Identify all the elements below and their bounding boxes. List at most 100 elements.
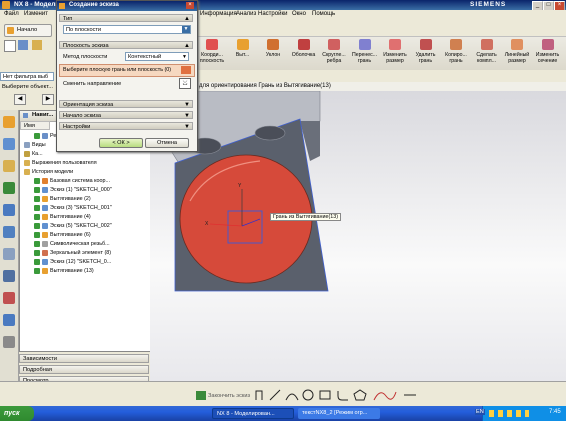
section-type[interactable]: Тип ▲: [59, 14, 193, 22]
ribbon-button[interactable]: Удалить грань: [411, 39, 441, 64]
checkbox-icon[interactable]: [34, 177, 40, 184]
menu-item-preferences[interactable]: Настройки: [258, 11, 287, 17]
back-arrow-icon[interactable]: ◀: [14, 94, 26, 105]
tree-row[interactable]: Вытягивание (4): [34, 213, 91, 222]
feature-icon: [24, 141, 30, 148]
finish-sketch-label[interactable]: Закончить эскиз: [208, 393, 250, 399]
section-settings-label: Настройки: [63, 124, 91, 130]
new-icon[interactable]: [18, 40, 28, 50]
roles-icon[interactable]: [3, 314, 15, 326]
feature-icon: [42, 267, 48, 274]
ribbon-button[interactable]: Изменить размер: [380, 39, 410, 64]
create-sketch-dialog: Создание эскиза × Тип ▲ По плоскости ▼ Пл…: [56, 0, 198, 152]
part-nav-icon[interactable]: [3, 160, 15, 172]
tree-row[interactable]: Эскиз (3) "SKETCH_001": [34, 204, 112, 213]
ok-button[interactable]: < ОК >: [99, 138, 143, 148]
menu-item-info[interactable]: Информация: [200, 11, 237, 17]
open-icon[interactable]: [32, 40, 42, 50]
checkbox-icon[interactable]: [34, 240, 40, 247]
cancel-button[interactable]: Отмена: [145, 138, 189, 148]
process-studio-icon[interactable]: [3, 270, 15, 282]
system-materials-icon[interactable]: [3, 248, 15, 260]
tree-row[interactable]: Вытягивание (2): [34, 195, 91, 204]
tree-row[interactable]: Эскиз (5) "SKETCH_002": [34, 222, 112, 231]
panel-dependencies[interactable]: Зависимости: [19, 354, 149, 363]
menu-item-window[interactable]: Окно: [292, 11, 306, 17]
select-face-row[interactable]: Выберите плоскую грань или плоскость (0): [59, 64, 195, 77]
tree-row[interactable]: Базовая система коор...: [34, 177, 110, 186]
constraint-nav-icon[interactable]: [3, 138, 15, 150]
tree-row-label: Базовая система коор...: [50, 178, 111, 184]
start-button[interactable]: Начало: [4, 24, 52, 37]
name-column-header[interactable]: Имя: [20, 121, 50, 130]
cross-section-icon: [541, 39, 554, 50]
panel-details[interactable]: Подробная: [19, 365, 149, 374]
face-tooltip: Грань из Вытягивание(13): [270, 213, 342, 221]
tree-row[interactable]: Выражения пользователя: [24, 159, 97, 168]
finish-sketch-icon[interactable]: [196, 391, 206, 400]
menu-item-file[interactable]: Файл: [4, 11, 19, 17]
tree-row[interactable]: Эскиз (12) "SKETCH_0...: [34, 258, 111, 267]
tree-row[interactable]: Символическая резьб...: [34, 240, 110, 249]
reverse-direction-icon[interactable]: ⤩: [179, 78, 191, 89]
graphics-window[interactable]: Y X Грань из Вытягивание(13): [150, 91, 566, 381]
manufacturing-wizard-icon[interactable]: [3, 292, 15, 304]
section-settings[interactable]: Настройки ▼: [59, 122, 193, 130]
tree-row[interactable]: Эскиз (1) "SKETCH_000": [34, 186, 112, 195]
ribbon-button[interactable]: Линейный размер: [502, 39, 532, 64]
task-text-doc[interactable]: текстNX8_2 [Режим огр...: [298, 408, 380, 419]
tree-row[interactable]: Ка...: [24, 150, 43, 159]
ribbon-button[interactable]: Копиро... грань: [441, 39, 471, 64]
dialog-close-icon[interactable]: ×: [186, 2, 194, 9]
checkbox-icon[interactable]: [34, 267, 40, 274]
checkbox-icon[interactable]: [34, 231, 40, 238]
tree-row[interactable]: Вытягивание (13): [34, 267, 94, 276]
file-icon[interactable]: [4, 40, 16, 52]
tree-row[interactable]: Вытягивание (6): [34, 231, 91, 240]
ribbon-button[interactable]: Выт...: [228, 39, 258, 58]
assembly-nav-icon[interactable]: [3, 116, 15, 128]
feature-icon: [24, 159, 30, 166]
start-menu-button[interactable]: пуск: [0, 406, 34, 421]
ribbon-button[interactable]: Сделать компл...: [472, 39, 502, 64]
ribbon-button[interactable]: Коорди... плоскость: [197, 39, 227, 64]
filter-dropdown[interactable]: Нет фильтра выб: [0, 72, 54, 81]
palette-icon[interactable]: [3, 336, 15, 348]
menu-item-edit[interactable]: Изменит: [24, 11, 48, 17]
language-indicator[interactable]: EN: [475, 409, 485, 415]
tree-row[interactable]: Виды: [24, 141, 46, 150]
task-nx8[interactable]: NX 8 - Моделирован...: [212, 408, 294, 419]
ribbon-button[interactable]: Скругле... ребра: [319, 39, 349, 64]
ribbon-button[interactable]: Перенес... грань: [350, 39, 380, 64]
fwd-arrow-icon[interactable]: ▶: [42, 94, 54, 105]
tree-row-label: Эскиз (1) "SKETCH_000": [50, 187, 112, 193]
feature-icon: [42, 195, 48, 202]
type-dropdown[interactable]: По плоскости ▼: [63, 25, 191, 34]
method-dropdown[interactable]: Контекстный ▼: [125, 52, 189, 61]
tree-row[interactable]: История модели: [24, 168, 73, 177]
ribbon-button[interactable]: Уклон: [258, 39, 288, 58]
ribbon-button[interactable]: Изменить сечение: [533, 39, 563, 64]
history-icon[interactable]: [3, 226, 15, 238]
checkbox-icon[interactable]: [34, 249, 40, 256]
face-select-icon[interactable]: [181, 66, 191, 74]
navigator-pin-icon[interactable]: [23, 113, 28, 118]
menu-item-analysis[interactable]: Анализ: [236, 11, 256, 17]
tree-row[interactable]: Зеркальный элемент (8): [34, 249, 111, 258]
checkbox-icon[interactable]: [34, 204, 40, 211]
menu-item-help[interactable]: Помощь: [312, 11, 335, 17]
ribbon-button[interactable]: Оболочка: [289, 39, 319, 58]
checkbox-icon[interactable]: [34, 132, 40, 139]
section-orientation[interactable]: Ориентация эскиза ▼: [59, 100, 193, 108]
reuse-library-icon[interactable]: [3, 182, 15, 194]
checkbox-icon[interactable]: [34, 195, 40, 202]
web-browser-icon[interactable]: [3, 204, 15, 216]
section-sketch-plane[interactable]: Плоскость эскиза ▲: [59, 41, 193, 49]
section-origin[interactable]: Начало эскиза ▼: [59, 111, 193, 119]
checkbox-icon[interactable]: [34, 213, 40, 220]
model-view[interactable]: Y X: [150, 91, 566, 381]
checkbox-icon[interactable]: [34, 186, 40, 193]
checkbox-icon[interactable]: [34, 222, 40, 229]
sketch-curve-tools: [255, 389, 416, 401]
checkbox-icon[interactable]: [34, 258, 40, 265]
